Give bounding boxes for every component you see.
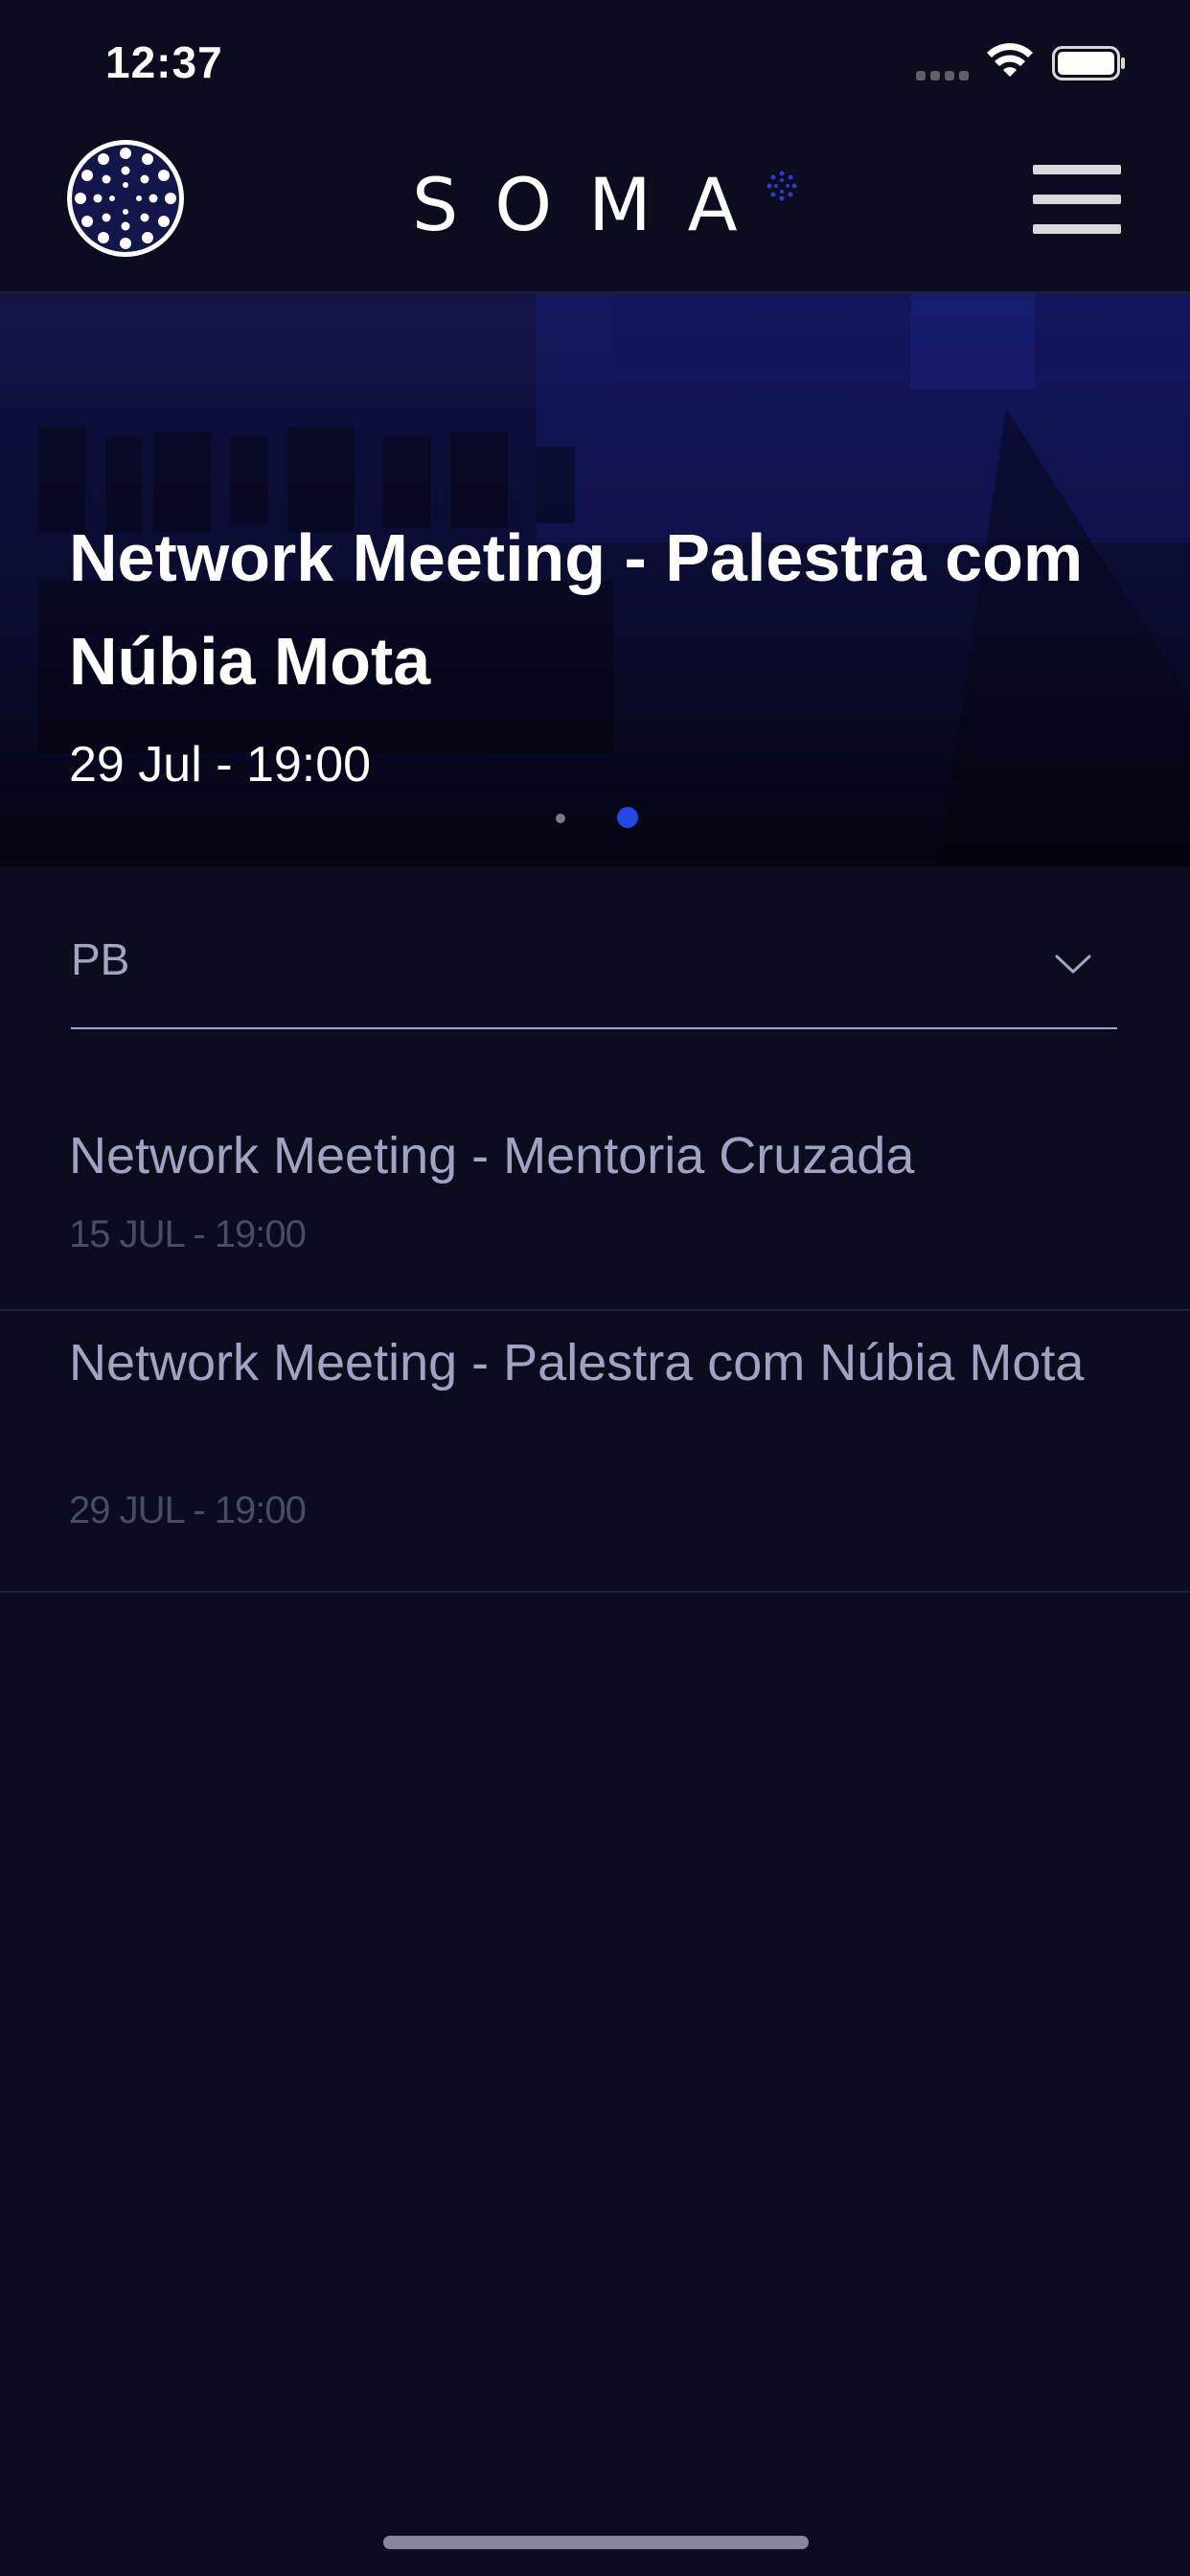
featured-event-banner[interactable]: Network Meeting - Palestra com Núbia Mot… bbox=[0, 293, 1190, 866]
dotted-circle-logo-icon[interactable] bbox=[67, 140, 184, 257]
hamburger-menu-icon[interactable] bbox=[1033, 165, 1121, 234]
carousel-dot-2-active[interactable] bbox=[617, 807, 638, 828]
event-list: Network Meeting - Mentoria Cruzada 15 JU… bbox=[0, 1058, 1190, 1593]
event-list-item[interactable]: Network Meeting - Mentoria Cruzada 15 JU… bbox=[0, 1058, 1190, 1311]
carousel-dot-1[interactable] bbox=[556, 814, 565, 823]
status-bar: 12:37 bbox=[0, 0, 1190, 125]
location-filter-select[interactable]: PB bbox=[71, 920, 1117, 1029]
carousel-pagination bbox=[556, 807, 642, 830]
app-header: SOMA bbox=[0, 125, 1190, 293]
event-date: 15 JUL - 19:00 bbox=[69, 1213, 307, 1255]
battery-icon bbox=[1052, 46, 1125, 80]
event-title: Network Meeting - Mentoria Cruzada bbox=[69, 1127, 915, 1184]
event-list-item[interactable]: Network Meeting - Palestra com Núbia Mot… bbox=[0, 1311, 1190, 1593]
wifi-icon bbox=[987, 43, 1033, 77]
event-date: 29 JUL - 19:00 bbox=[69, 1489, 307, 1531]
home-indicator[interactable] bbox=[383, 2536, 809, 2549]
brand-logo[interactable]: SOMA bbox=[412, 161, 797, 247]
chevron-down-icon bbox=[1055, 954, 1091, 974]
status-time: 12:37 bbox=[105, 37, 223, 87]
featured-event-date: 29 Jul - 19:00 bbox=[69, 737, 372, 793]
event-title: Network Meeting - Palestra com Núbia Mot… bbox=[69, 1334, 1085, 1392]
brand-name: SOMA bbox=[412, 161, 774, 247]
signal-icon bbox=[916, 71, 970, 82]
app-screen: 12:37 SOMA Network Meeting - Palestra co… bbox=[0, 0, 1190, 2576]
brand-dot-icon bbox=[767, 171, 797, 201]
filter-selected-value: PB bbox=[71, 934, 130, 984]
featured-event-title: Network Meeting - Palestra com Núbia Mot… bbox=[69, 520, 1084, 699]
